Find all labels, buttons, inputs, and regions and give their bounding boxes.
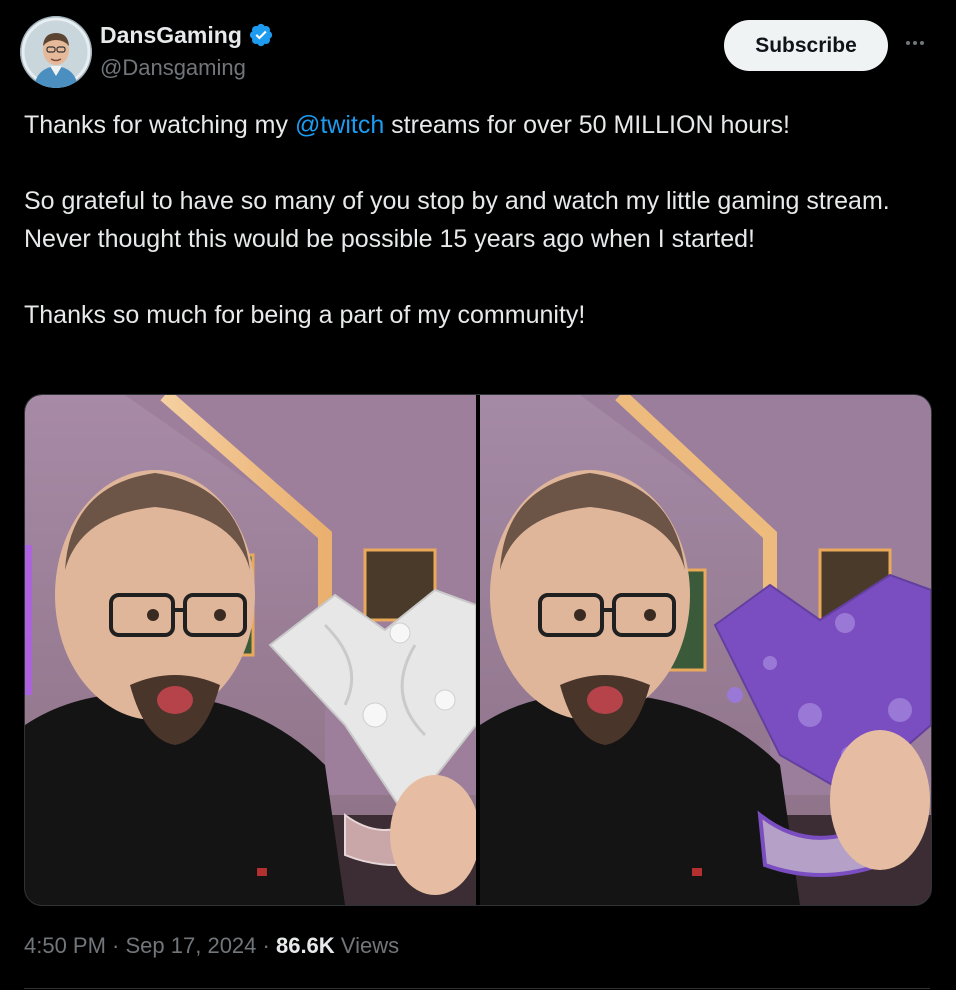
tweet-paragraph-3: Thanks so much for being a part of my co…: [24, 301, 586, 329]
media-photo-2[interactable]: [480, 395, 931, 905]
author-avatar[interactable]: [20, 16, 92, 88]
divider: [24, 988, 930, 989]
verified-badge-icon[interactable]: [248, 22, 274, 48]
tweet-date[interactable]: Sep 17, 2024: [126, 933, 257, 958]
tweet-meta: 4:50 PM · Sep 17, 2024 · 86.6K Views: [24, 930, 399, 962]
author-display-name[interactable]: DansGaming: [100, 20, 242, 50]
tweet-text: Thanks for watching my @twitch streams f…: [24, 106, 924, 334]
subscribe-button[interactable]: Subscribe: [724, 20, 888, 71]
tweet-text-segment: streams for over 50 MILLION hours!: [384, 111, 790, 139]
author-handle[interactable]: @Dansgaming: [100, 53, 246, 83]
mention-link[interactable]: @twitch: [295, 111, 384, 139]
tweet-paragraph-2: So grateful to have so many of you stop …: [24, 187, 890, 253]
media-grid: [24, 394, 932, 906]
more-horizontal-icon[interactable]: [900, 28, 930, 58]
tweet-text-segment: Thanks for watching my: [24, 111, 295, 139]
media-photo-1[interactable]: [25, 395, 476, 905]
meta-separator: ·: [256, 933, 276, 958]
avatar-photo: [20, 16, 92, 88]
author-name-row: DansGaming: [100, 20, 274, 50]
tweet-paragraph-1: Thanks for watching my @twitch streams f…: [24, 106, 924, 144]
tweet-time[interactable]: 4:50 PM: [24, 933, 106, 958]
views-count: 86.6K: [275, 933, 335, 958]
meta-separator: ·: [105, 933, 126, 958]
views-label: Views: [334, 933, 400, 958]
